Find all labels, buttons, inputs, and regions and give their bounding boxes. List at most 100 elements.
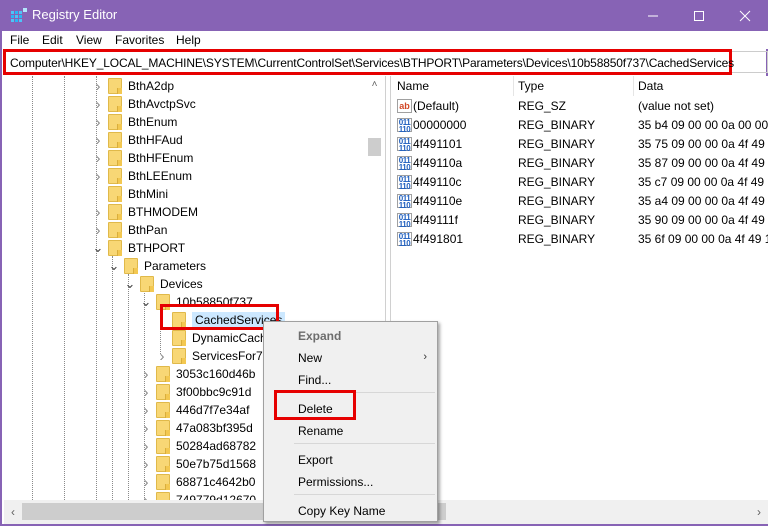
tree-guide-line xyxy=(64,76,65,500)
value-name: 00000000 xyxy=(413,118,467,132)
tree-item-label: 3053c160d46b xyxy=(176,367,256,381)
menu-separator xyxy=(294,443,435,444)
tree-item[interactable]: › BthA2dp xyxy=(92,77,175,95)
chevron-right-icon[interactable]: › xyxy=(156,347,168,365)
context-menu-item-permissions[interactable]: Permissions... xyxy=(264,471,437,493)
chevron-right-icon[interactable]: › xyxy=(92,95,104,113)
menu-favorites[interactable]: Favorites xyxy=(115,33,164,47)
context-menu-item-new[interactable]: New › xyxy=(264,347,437,369)
chevron-down-icon[interactable]: ⌄ xyxy=(108,257,120,275)
close-button[interactable] xyxy=(722,0,768,31)
chevron-right-icon[interactable]: › xyxy=(92,149,104,167)
value-row[interactable]: 011 110 4f491801 REG_BINARY 35 6f 09 00 00 0… xyxy=(391,230,768,249)
list-header: Name Type Data xyxy=(391,76,768,96)
tree-item[interactable]: ⌄ Devices xyxy=(124,275,203,293)
folder-icon xyxy=(156,402,170,418)
folder-icon xyxy=(108,168,122,184)
maximize-icon xyxy=(694,10,704,21)
tree-item[interactable]: › BthHFEnum xyxy=(92,149,194,167)
scroll-left-arrow-icon[interactable]: ‹ xyxy=(4,500,22,524)
chevron-down-icon[interactable]: ⌄ xyxy=(140,293,152,311)
column-separator[interactable] xyxy=(633,76,634,96)
value-row[interactable]: 011 110 4f49110c REG_BINARY 35 c7 09 00 00 0… xyxy=(391,173,768,192)
chevron-right-icon[interactable]: › xyxy=(140,419,152,437)
value-row[interactable]: 011 110 00000000 REG_BINARY 35 b4 09 00 00 0… xyxy=(391,116,768,135)
chevron-right-icon[interactable]: › xyxy=(140,365,152,383)
chevron-right-icon[interactable]: › xyxy=(140,383,152,401)
menu-file[interactable]: File xyxy=(10,33,29,47)
context-menu-item-rename[interactable]: Rename xyxy=(264,420,437,442)
chevron-down-icon[interactable]: ⌄ xyxy=(124,275,136,293)
binary-value-icon: 011 110 xyxy=(397,118,412,134)
column-header-data[interactable]: Data xyxy=(638,79,663,93)
value-data: 35 a4 09 00 00 0a 4f 49 11 xyxy=(638,194,768,208)
tree-item[interactable]: › BthEnum xyxy=(92,113,178,131)
menu-view[interactable]: View xyxy=(76,33,102,47)
context-menu-label: Rename xyxy=(298,424,344,438)
column-separator[interactable] xyxy=(513,76,514,96)
tree-item[interactable]: › BthLEEnum xyxy=(92,167,193,185)
tree-item[interactable]: › 3053c160d46b xyxy=(140,365,256,383)
chevron-right-icon[interactable]: › xyxy=(92,77,104,95)
menu-edit[interactable]: Edit xyxy=(42,33,63,47)
folder-icon xyxy=(156,420,170,436)
tree-item[interactable]: ⌄ BTHPORT xyxy=(92,239,185,257)
chevron-right-icon[interactable]: › xyxy=(92,167,104,185)
address-bar-extension xyxy=(732,51,768,73)
value-type: REG_BINARY xyxy=(518,156,596,170)
tree-item[interactable]: › 446d7f7e34af xyxy=(140,401,250,419)
tree-item[interactable]: › 3f00bbc9c91d xyxy=(140,383,252,401)
chevron-right-icon[interactable]: › xyxy=(140,473,152,491)
tree-item[interactable]: DynamicCach xyxy=(156,329,267,347)
scroll-up-arrow-icon[interactable]: ˄ xyxy=(366,76,383,93)
chevron-down-icon[interactable]: ⌄ xyxy=(92,239,104,257)
value-row[interactable]: ab (Default) REG_SZ (value not set) xyxy=(391,97,768,116)
context-menu-item-copy-key-name[interactable]: Copy Key Name xyxy=(264,500,437,522)
tree-item[interactable]: › BthAvctpSvc xyxy=(92,95,196,113)
context-menu-item-export[interactable]: Export xyxy=(264,449,437,471)
tree-item[interactable]: › BthHFAud xyxy=(92,131,183,149)
folder-icon xyxy=(108,204,122,220)
tree-item[interactable]: › 47a083bf395d xyxy=(140,419,253,437)
chevron-right-icon[interactable]: › xyxy=(92,203,104,221)
chevron-right-icon[interactable]: › xyxy=(140,491,152,501)
tree-item[interactable]: › BTHMODEM xyxy=(92,203,199,221)
tree-item[interactable]: › 50284ad68782 xyxy=(140,437,257,455)
chevron-right-icon[interactable]: › xyxy=(92,221,104,239)
context-menu-item-find[interactable]: Find... xyxy=(264,369,437,391)
chevron-right-icon[interactable]: › xyxy=(92,131,104,149)
tree-item-label: BthA2dp xyxy=(128,79,175,93)
scroll-thumb[interactable] xyxy=(368,138,381,156)
chevron-right-icon[interactable]: › xyxy=(92,113,104,131)
value-row[interactable]: 011 110 4f49110e REG_BINARY 35 a4 09 00 00 0… xyxy=(391,192,768,211)
column-header-type[interactable]: Type xyxy=(518,79,544,93)
tree-item[interactable]: › BthPan xyxy=(92,221,168,239)
address-bar[interactable]: Computer\HKEY_LOCAL_MACHINE\SYSTEM\Curre… xyxy=(3,49,734,75)
value-name: 4f491801 xyxy=(413,232,464,246)
maximize-button[interactable] xyxy=(676,0,722,31)
value-data: 35 87 09 00 00 0a 4f 49 11 xyxy=(638,156,768,170)
value-row[interactable]: 011 110 4f491101 REG_BINARY 35 75 09 00 00 0… xyxy=(391,135,768,154)
value-row[interactable]: 011 110 4f49111f REG_BINARY 35 90 09 00 00 0… xyxy=(391,211,768,230)
tree-item[interactable]: › ServicesFor701 xyxy=(156,347,277,365)
chevron-right-icon[interactable]: › xyxy=(140,455,152,473)
address-path[interactable]: Computer\HKEY_LOCAL_MACHINE\SYSTEM\Curre… xyxy=(10,56,734,70)
chevron-right-icon[interactable]: › xyxy=(140,437,152,455)
tree-item[interactable]: ⌄ Parameters xyxy=(108,257,206,275)
menu-help[interactable]: Help xyxy=(176,33,201,47)
chevron-right-icon[interactable]: › xyxy=(140,401,152,419)
minimize-button[interactable] xyxy=(630,0,676,31)
value-data: 35 90 09 00 00 0a 4f 49 11 xyxy=(638,213,768,227)
tree-item[interactable]: › 50e7b75d1568 xyxy=(140,455,257,473)
string-value-icon: ab xyxy=(397,99,412,113)
value-type: REG_SZ xyxy=(518,99,567,113)
context-menu-label: Find... xyxy=(298,373,332,387)
column-header-name[interactable]: Name xyxy=(397,79,429,93)
registry-editor-icon xyxy=(11,8,27,22)
tree-item[interactable]: › 749779d12670 xyxy=(140,491,256,500)
tree-item[interactable]: BthMini xyxy=(92,185,168,203)
value-type: REG_BINARY xyxy=(518,175,596,189)
tree-item[interactable]: › 68871c4642b0 xyxy=(140,473,256,491)
value-row[interactable]: 011 110 4f49110a REG_BINARY 35 87 09 00 00 0… xyxy=(391,154,768,173)
scroll-right-arrow-icon[interactable]: › xyxy=(750,500,768,524)
